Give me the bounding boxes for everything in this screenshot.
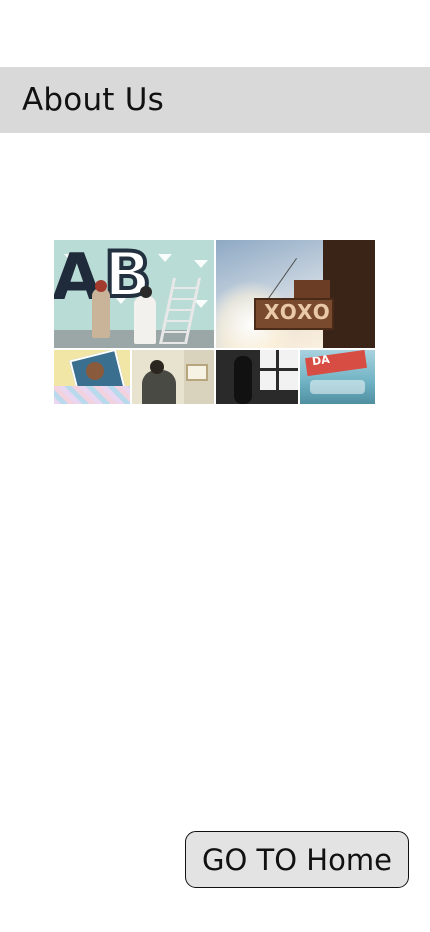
floral-fabric bbox=[54, 386, 130, 404]
portrait-face bbox=[86, 362, 104, 380]
building bbox=[323, 240, 375, 348]
collage-photo-book bbox=[54, 350, 130, 404]
photo-collage: A B XOXO DA bbox=[54, 240, 375, 404]
collage-photo-mural-painting: A B bbox=[54, 240, 214, 348]
sign-text: XOXO bbox=[264, 300, 331, 324]
red-sign-text: DA bbox=[311, 352, 331, 369]
painter-head bbox=[95, 280, 107, 292]
silhouette-figure bbox=[234, 356, 252, 404]
page-title: About Us bbox=[22, 82, 164, 118]
painter-figure bbox=[134, 296, 156, 344]
about-page: About Us A B XOXO DA GO TO Home bbox=[0, 0, 430, 932]
viewer-head bbox=[150, 360, 164, 374]
wall-triangle bbox=[158, 254, 172, 262]
collage-photo-window-silhouette bbox=[216, 350, 298, 404]
painter-head bbox=[140, 286, 152, 298]
collage-photo-sign-sunset: XOXO bbox=[216, 240, 375, 348]
wall-triangle bbox=[194, 260, 208, 268]
painter-figure bbox=[92, 288, 110, 338]
window-frame bbox=[260, 368, 298, 371]
framed-artwork bbox=[186, 364, 208, 381]
water-reflection bbox=[310, 380, 365, 394]
viewer-figure bbox=[142, 370, 176, 404]
wall-triangle bbox=[194, 300, 208, 308]
collage-photo-reflection-sign: DA bbox=[300, 350, 375, 404]
collage-photo-gallery-viewer bbox=[132, 350, 214, 404]
header-bar: About Us bbox=[0, 67, 430, 133]
go-to-home-button[interactable]: GO TO Home bbox=[185, 831, 409, 888]
